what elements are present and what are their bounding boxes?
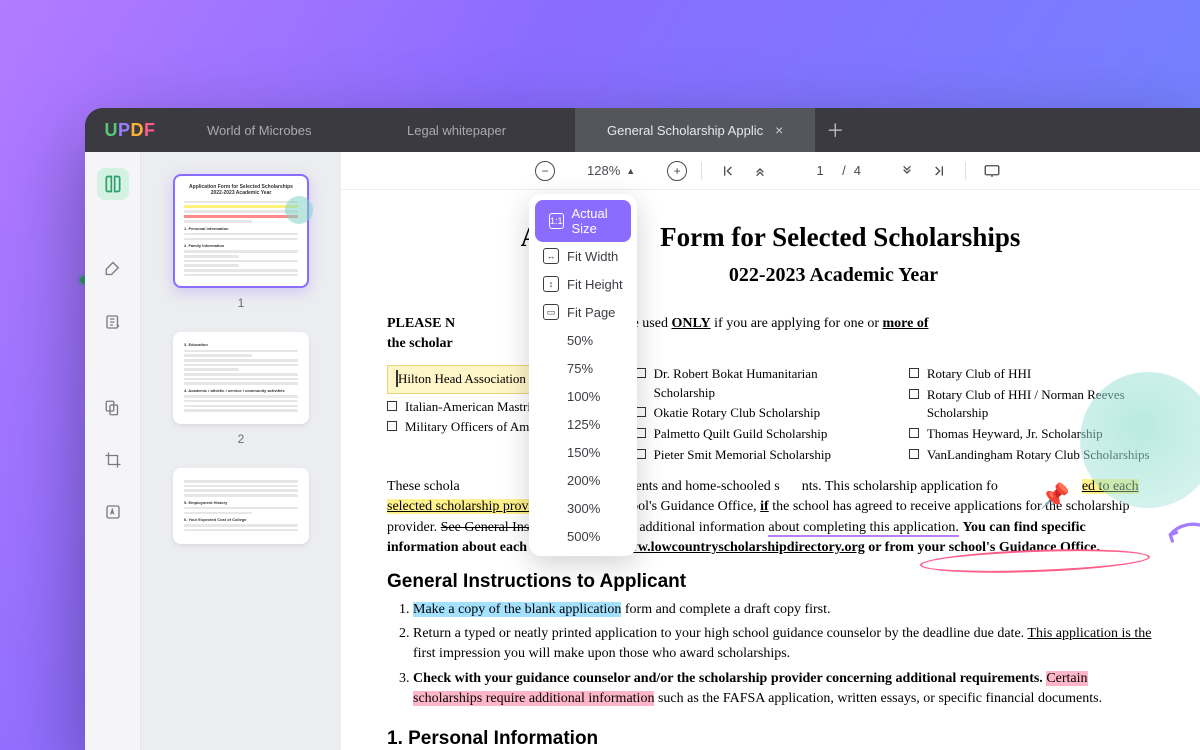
pushpin-annotation[interactable]: 📌 xyxy=(1040,480,1070,515)
page-thumb-3[interactable]: 5. Employment History 6. Your Expected C… xyxy=(173,468,309,544)
zoom-fit-width[interactable]: ↔ Fit Width xyxy=(529,242,637,270)
caret-up-icon: ▲ xyxy=(626,166,635,176)
fit-height-icon: ↕ xyxy=(543,276,559,292)
page-thumb-1[interactable]: Application Form for Selected Scholarshi… xyxy=(173,174,309,288)
tab-legal-whitepaper[interactable]: Legal whitepaper xyxy=(375,108,575,152)
page-organize-icon[interactable] xyxy=(97,392,129,424)
edit-text-icon[interactable] xyxy=(97,306,129,338)
actual-size-icon: 1:1 xyxy=(549,213,564,229)
zoom-value: 128% xyxy=(587,163,620,178)
zoom-out-icon[interactable]: − xyxy=(535,161,555,181)
presentation-icon[interactable] xyxy=(980,159,1004,183)
zoom-150[interactable]: 150% xyxy=(529,438,637,466)
zoom-50[interactable]: 50% xyxy=(529,326,637,354)
thumb-label: 1 xyxy=(238,296,245,310)
view-toolbar: − 128% ▲ + xyxy=(341,152,1200,190)
next-page-icon[interactable] xyxy=(895,159,919,183)
page-sep: / xyxy=(842,163,846,178)
scholarship-columns: Hilton Head Association Italian-American… xyxy=(387,363,1154,467)
tab-label: General Scholarship Applic xyxy=(607,123,763,138)
doc-title: AForm for Selected Scholarships xyxy=(387,218,1154,257)
page-content[interactable]: 📌 AForm for Selected Scholarships 022-20… xyxy=(341,190,1200,750)
zoom-200[interactable]: 200% xyxy=(529,466,637,494)
document-viewport: − 128% ▲ + xyxy=(341,152,1200,750)
tab-strip: World of Microbes Legal whitepaper Gener… xyxy=(175,108,1200,152)
prev-page-icon[interactable] xyxy=(748,159,772,183)
section-heading: General Instructions to Applicant xyxy=(387,568,1154,596)
zoom-in-icon[interactable]: + xyxy=(667,161,687,181)
arrow-annotation[interactable] xyxy=(1164,520,1200,546)
last-page-icon[interactable] xyxy=(927,159,951,183)
left-toolbar xyxy=(85,152,141,750)
new-tab-button[interactable]: ＋ xyxy=(815,108,855,152)
zoom-500[interactable]: 500% xyxy=(529,522,637,550)
first-page-icon[interactable] xyxy=(716,159,740,183)
tab-scholarship-app[interactable]: General Scholarship Applic × xyxy=(575,108,815,152)
app-window: UPDF World of Microbes Legal whitepaper … xyxy=(85,108,1200,750)
thumbnail-panel[interactable]: Application Form for Selected Scholarshi… xyxy=(141,152,341,750)
fit-page-icon: ▭ xyxy=(543,304,559,320)
workbench: Application Form for Selected Scholarshi… xyxy=(85,152,1200,750)
close-icon[interactable]: × xyxy=(763,122,783,138)
zoom-75[interactable]: 75% xyxy=(529,354,637,382)
zoom-menu[interactable]: 1:1 Actual Size ↔ Fit Width ↕ Fit Height… xyxy=(529,194,637,556)
section-personal-info: 1. Personal Information xyxy=(387,725,1154,750)
highlighter-icon[interactable] xyxy=(97,254,129,286)
ocr-icon[interactable] xyxy=(97,496,129,528)
zoom-125[interactable]: 125% xyxy=(529,410,637,438)
annotation-indicator xyxy=(285,196,313,224)
zoom-actual-size[interactable]: 1:1 Actual Size xyxy=(535,200,631,242)
body-paragraph: These scholahigh school students and hom… xyxy=(387,477,1154,558)
page-counter: / 4 xyxy=(806,163,861,178)
crop-icon[interactable] xyxy=(97,444,129,476)
thumb-label: 2 xyxy=(238,432,245,446)
zoom-fit-page[interactable]: ▭ Fit Page xyxy=(529,298,637,326)
titlebar: UPDF World of Microbes Legal whitepaper … xyxy=(85,108,1200,152)
zoom-300[interactable]: 300% xyxy=(529,494,637,522)
reader-mode-icon[interactable] xyxy=(97,168,129,200)
page-total: 4 xyxy=(854,163,861,178)
instruction-list: Make a copy of the blank application for… xyxy=(387,600,1154,709)
page-thumb-2[interactable]: 3. Education 4. Academic / athletic / se… xyxy=(173,332,309,423)
tab-world-of-microbes[interactable]: World of Microbes xyxy=(175,108,375,152)
page-input[interactable] xyxy=(806,163,834,178)
doc-subtitle: 022-2023 Academic Year xyxy=(387,261,1154,290)
zoom-100[interactable]: 100% xyxy=(529,382,637,410)
tab-label: World of Microbes xyxy=(207,123,312,138)
please-note: PLEASE Ntion is to be used ONLY if you a… xyxy=(387,314,1154,355)
zoom-fit-height[interactable]: ↕ Fit Height xyxy=(529,270,637,298)
app-logo: UPDF xyxy=(85,120,175,141)
tab-label: Legal whitepaper xyxy=(407,123,506,138)
fit-width-icon: ↔ xyxy=(543,248,559,264)
zoom-dropdown[interactable]: 128% ▲ xyxy=(579,163,643,178)
